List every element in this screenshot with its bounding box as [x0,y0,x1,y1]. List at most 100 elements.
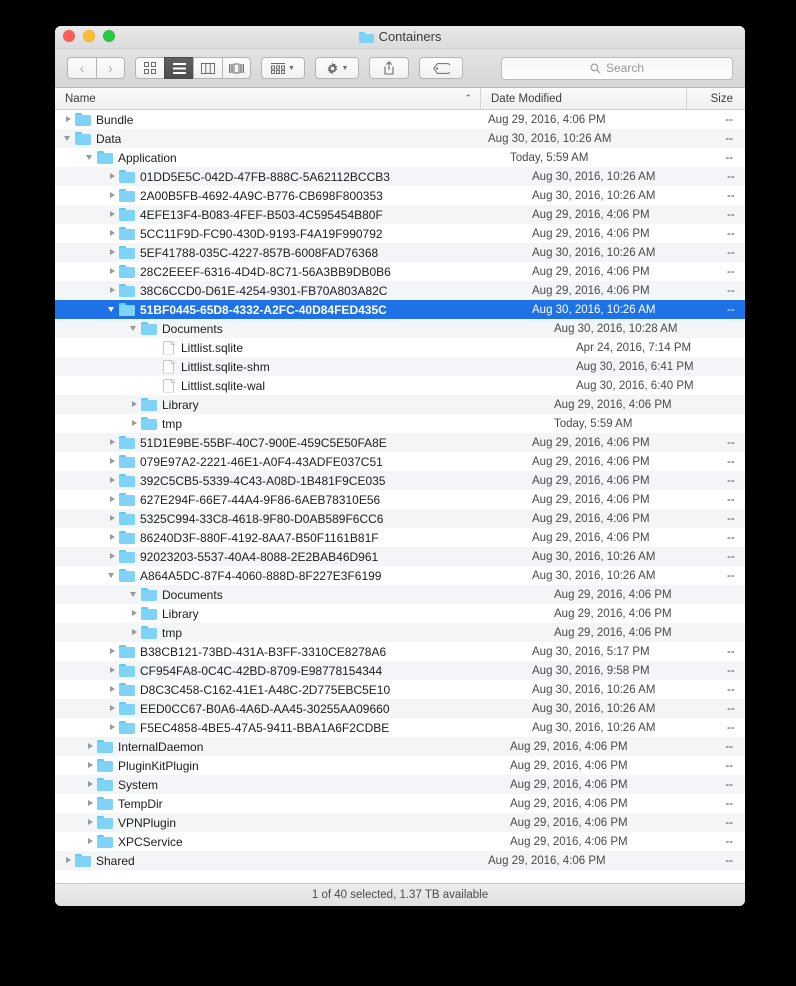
table-row[interactable]: LibraryAug 29, 2016, 4:06 PM-- [55,604,745,623]
row-name-label: 392C5CB5-5339-4C43-A08D-1B481F9CE035 [140,473,386,488]
table-row[interactable]: 2A00B5FB-4692-4A9C-B776-CB698F800353 Aug … [55,186,745,205]
folder-icon [119,512,135,525]
table-row[interactable]: 01DD5E5C-042D-47FB-888C-5A62112BCCB3 Aug … [55,167,745,186]
table-row[interactable]: 627E294F-66E7-44A4-9F86-6AEB78310E56 Aug … [55,490,745,509]
column-header-size[interactable]: Size [686,88,745,109]
disclosure-triangle-closed[interactable] [107,167,119,186]
table-row[interactable]: Littlist.sqlite-wal Aug 30, 2016, 6:40 PM… [55,376,745,395]
disclosure-triangle-closed[interactable] [107,452,119,471]
disclosure-triangle-closed[interactable] [107,699,119,718]
column-header-date-label: Date Modified [491,92,562,105]
table-row[interactable]: B38CB121-73BD-431A-B3FF-3310CE8278A6 Aug … [55,642,745,661]
disclosure-triangle-closed[interactable] [107,642,119,661]
disclosure-triangle-closed[interactable] [107,471,119,490]
back-button[interactable]: ‹ [67,57,96,79]
table-row[interactable]: DocumentsAug 29, 2016, 4:06 PM-- [55,585,745,604]
disclosure-triangle-closed[interactable] [107,490,119,509]
table-row[interactable]: 28C2EEEF-6316-4D4D-8C71-56A3BB9DB0B6 Aug … [55,262,745,281]
table-row[interactable]: 92023203-5537-40A4-8088-2E2BAB46D961 Aug … [55,547,745,566]
table-row[interactable]: Bundle Aug 29, 2016, 4:06 PM -- [55,110,745,129]
table-row[interactable]: Shared Aug 29, 2016, 4:06 PM -- [55,851,745,870]
disclosure-triangle-closed[interactable] [107,718,119,737]
row-size-cell: -- [725,151,733,164]
disclosure-triangle-closed[interactable] [107,281,119,300]
disclosure-triangle-closed[interactable] [129,414,141,433]
disclosure-triangle-open[interactable] [85,148,97,167]
disclosure-triangle-closed[interactable] [107,205,119,224]
disclosure-triangle-open[interactable] [63,129,75,148]
table-row[interactable]: LibraryAug 29, 2016, 4:06 PM-- [55,395,745,414]
search-field[interactable]: Search [501,56,733,80]
action-button[interactable]: ▼ [315,57,359,79]
disclosure-triangle-closed[interactable] [85,775,97,794]
table-row[interactable]: 51D1E9BE-55BF-40C7-900E-459C5E50FA8E Aug … [55,433,745,452]
table-row[interactable]: Littlist.sqlite-shm Aug 30, 2016, 6:41 PM… [55,357,745,376]
table-row[interactable]: tmpToday, 5:59 AM-- [55,414,745,433]
disclosure-triangle-open[interactable] [129,585,141,604]
table-row[interactable]: Application Today, 5:59 AM -- [55,148,745,167]
column-header-name[interactable]: Name ⌃ [55,93,480,105]
disclosure-triangle-closed[interactable] [85,737,97,756]
minimize-button[interactable] [83,30,95,42]
table-row[interactable]: A864A5DC-87F4-4060-888D-8F227E3F6199 Aug … [55,566,745,585]
table-row[interactable]: Littlist.sqliteApr 24, 2016, 7:14 PM41 K… [55,338,745,357]
forward-button[interactable]: › [96,57,125,79]
list-view-button[interactable] [164,57,193,79]
disclosure-triangle-closed[interactable] [107,243,119,262]
table-row[interactable]: Data Aug 30, 2016, 10:26 AM -- [55,129,745,148]
disclosure-triangle-closed[interactable] [85,813,97,832]
table-row[interactable]: XPCService Aug 29, 2016, 4:06 PM -- [55,832,745,851]
disclosure-triangle-closed[interactable] [107,547,119,566]
disclosure-triangle-closed[interactable] [107,509,119,528]
disclosure-triangle-closed[interactable] [107,433,119,452]
table-row[interactable]: tmpAug 29, 2016, 4:06 PM-- [55,623,745,642]
column-view-button[interactable] [193,57,222,79]
table-row[interactable]: F5EC4858-4BE5-47A5-9411-BBA1A6F2CDBE Aug … [55,718,745,737]
table-row[interactable]: System Aug 29, 2016, 4:06 PM -- [55,775,745,794]
table-row[interactable]: 38C6CCD0-D61E-4254-9301-FB70A803A82C Aug … [55,281,745,300]
arrange-button[interactable]: ▼ [261,57,305,79]
table-row[interactable]: 51BF0445-65D8-4332-A2FC-40D84FED435C Aug … [55,300,745,319]
zoom-button[interactable] [103,30,115,42]
disclosure-triangle-closed[interactable] [63,851,75,870]
disclosure-triangle-open[interactable] [129,319,141,338]
icon-view-button[interactable] [135,57,164,79]
row-size-cell: -- [727,645,735,658]
table-row[interactable]: 86240D3F-880F-4192-8AA7-B50F1161B81F Aug … [55,528,745,547]
tags-button[interactable] [419,57,463,79]
disclosure-triangle-closed[interactable] [107,224,119,243]
table-row[interactable]: CF954FA8-0C4C-42BD-8709-E98778154344 Aug … [55,661,745,680]
share-button[interactable] [369,57,409,79]
table-row[interactable]: 5CC11F9D-FC90-430D-9193-F4A19F990792 Aug … [55,224,745,243]
table-row[interactable]: 079E97A2-2221-46E1-A0F4-43ADFE037C51 Aug … [55,452,745,471]
disclosure-triangle-closed[interactable] [85,794,97,813]
disclosure-triangle-closed[interactable] [63,110,75,129]
disclosure-triangle-open[interactable] [107,300,119,319]
file-list[interactable]: Bundle Aug 29, 2016, 4:06 PM -- Data Aug 30,… [55,110,745,883]
table-row[interactable]: DocumentsAug 30, 2016, 10:28 AM-- [55,319,745,338]
disclosure-triangle-closed[interactable] [107,186,119,205]
disclosure-triangle-closed[interactable] [85,756,97,775]
table-row[interactable]: InternalDaemon Aug 29, 2016, 4:06 PM -- [55,737,745,756]
table-row[interactable]: 392C5CB5-5339-4C43-A08D-1B481F9CE035 Aug … [55,471,745,490]
close-button[interactable] [63,30,75,42]
disclosure-triangle-closed[interactable] [129,604,141,623]
coverflow-view-button[interactable] [222,57,251,79]
disclosure-triangle-closed[interactable] [107,262,119,281]
column-header-date-modified[interactable]: Date Modified [480,88,686,109]
disclosure-triangle-closed[interactable] [107,528,119,547]
table-row[interactable]: 5EF41788-035C-4227-857B-6008FAD76368 Aug … [55,243,745,262]
table-row[interactable]: VPNPlugin Aug 29, 2016, 4:06 PM -- [55,813,745,832]
disclosure-triangle-open[interactable] [107,566,119,585]
table-row[interactable]: 5325C994-33C8-4618-9F80-D0AB589F6CC6 Aug … [55,509,745,528]
table-row[interactable]: 4EFE13F4-B083-4FEF-B503-4C595454B80F Aug … [55,205,745,224]
disclosure-triangle-closed[interactable] [107,680,119,699]
table-row[interactable]: D8C3C458-C162-41E1-A48C-2D775EBC5E10 Aug … [55,680,745,699]
disclosure-triangle-closed[interactable] [85,832,97,851]
disclosure-triangle-closed[interactable] [107,661,119,680]
table-row[interactable]: TempDir Aug 29, 2016, 4:06 PM -- [55,794,745,813]
table-row[interactable]: EED0CC67-B0A6-4A6D-AA45-30255AA09660 Aug … [55,699,745,718]
disclosure-triangle-closed[interactable] [129,395,141,414]
disclosure-triangle-closed[interactable] [129,623,141,642]
table-row[interactable]: PluginKitPlugin Aug 29, 2016, 4:06 PM -- [55,756,745,775]
